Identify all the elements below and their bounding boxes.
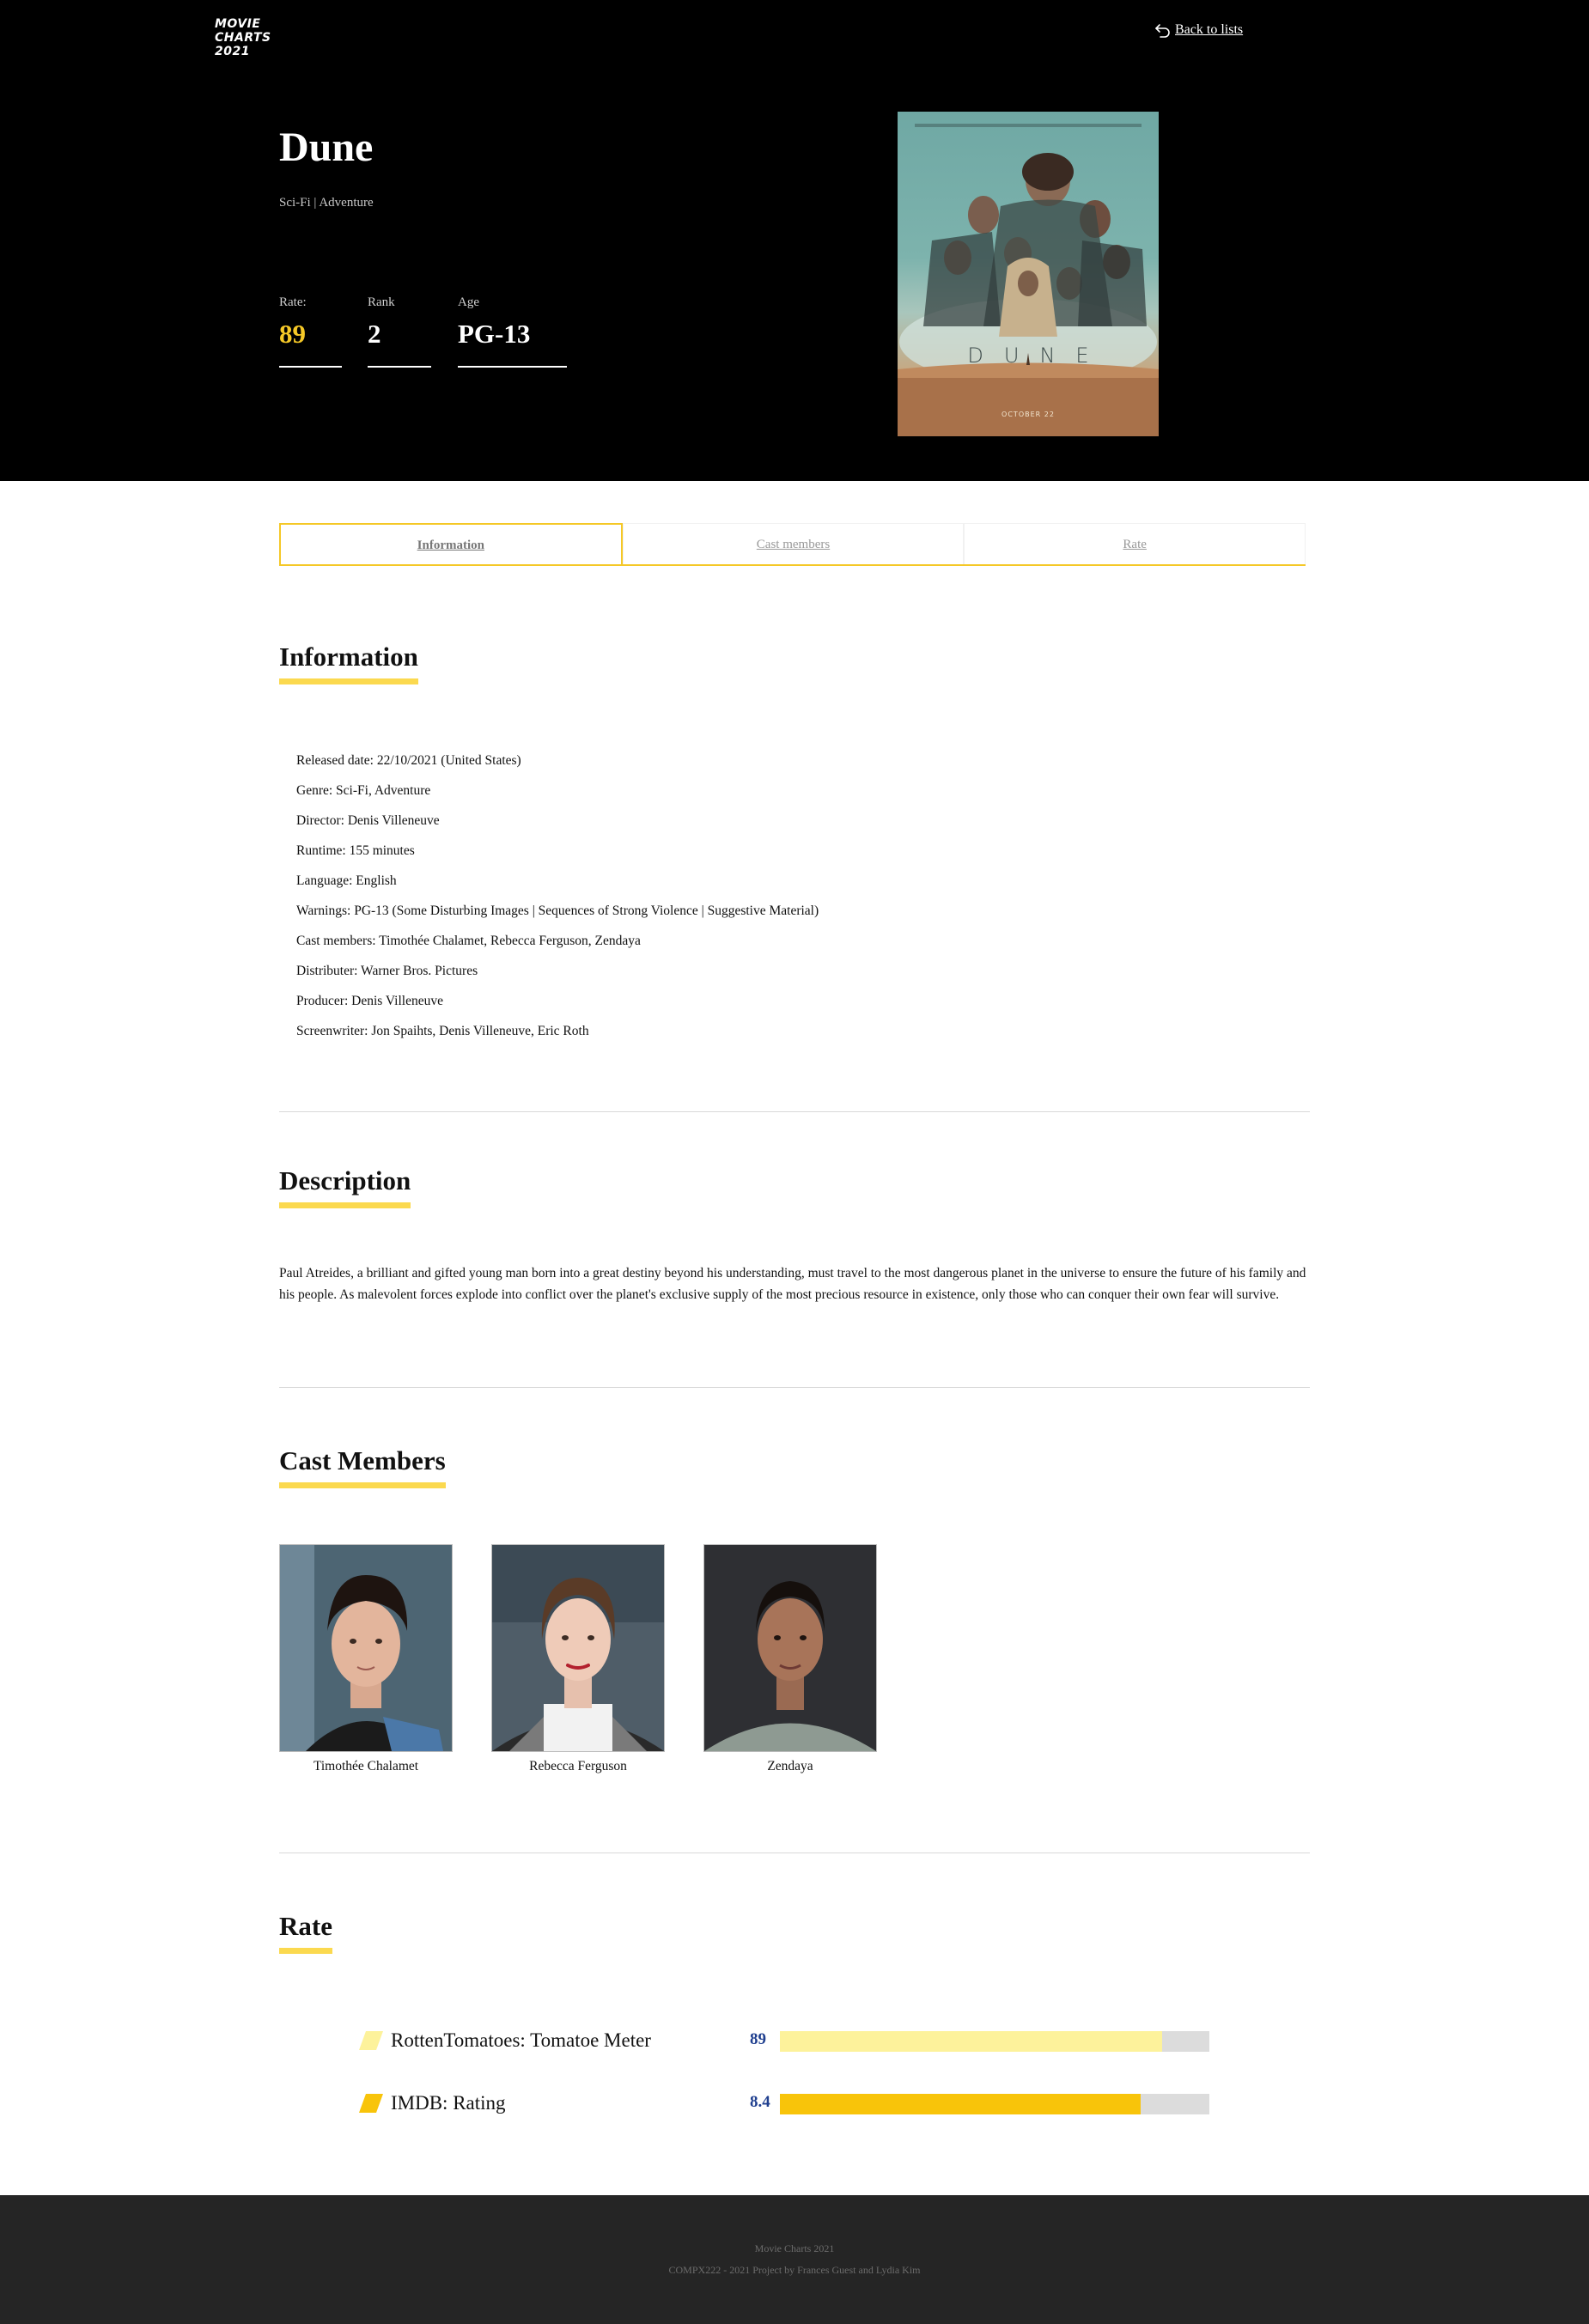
- info-distributer: Distributer: Warner Bros. Pictures: [296, 964, 478, 978]
- stat-rate-label: Rate:: [279, 295, 307, 309]
- rate-bar-fill: [780, 2094, 1141, 2114]
- poster-wordmark: DUNE: [967, 344, 1110, 368]
- cast-name: Rebecca Ferguson: [529, 1759, 627, 1773]
- rate-heading: Rate: [279, 1910, 332, 1954]
- rate-marker-icon: [359, 2094, 383, 2113]
- info-release-date: Released date: 22/10/2021 (United States…: [296, 753, 521, 768]
- cast-heading: Cast Members: [279, 1445, 446, 1488]
- stat-age-value: PG-13: [458, 319, 531, 349]
- stat-rank: Rank 2: [368, 295, 431, 368]
- logo-line-2: CHARTS: [215, 31, 271, 45]
- info-screenwriter: Screenwriter: Jon Spaihts, Denis Villene…: [296, 1024, 589, 1038]
- hero-banner: MOVIE CHARTS 2021 Back to lists Dune Sci…: [0, 0, 1589, 481]
- section-tabs: Information Cast members Rate: [279, 523, 1306, 566]
- tab-cast-members[interactable]: Cast members: [622, 523, 965, 564]
- tab-information[interactable]: Information: [279, 523, 623, 564]
- stat-age: Age PG-13: [458, 295, 567, 368]
- info-cast-members: Cast members: Timothée Chalamet, Rebecca…: [296, 934, 641, 948]
- stat-rate-value: 89: [279, 319, 306, 349]
- info-genre: Genre: Sci-Fi, Adventure: [296, 783, 431, 798]
- rate-bar-fill: [780, 2031, 1162, 2052]
- cast-card[interactable]: Rebecca Ferguson: [491, 1544, 665, 1774]
- information-heading: Information: [279, 641, 418, 684]
- rate-bar-track: [780, 2031, 1209, 2052]
- site-logo[interactable]: MOVIE CHARTS 2021: [215, 17, 271, 58]
- rate-value: 8.4: [750, 2093, 770, 2111]
- cast-name: Zendaya: [767, 1759, 813, 1773]
- page-footer: Movie Charts 2021 COMPX222 - 2021 Projec…: [0, 2195, 1589, 2324]
- cast-photo: [703, 1544, 877, 1752]
- info-runtime: Runtime: 155 minutes: [296, 843, 415, 858]
- rate-value: 89: [750, 2030, 766, 2048]
- logo-line-3: 2021: [215, 45, 250, 58]
- cast-photo: [491, 1544, 665, 1752]
- section-divider: [279, 1111, 1310, 1112]
- back-arrow-icon: [1154, 22, 1172, 38]
- rate-bar-track: [780, 2094, 1209, 2114]
- cast-card[interactable]: Timothée Chalamet: [279, 1544, 453, 1774]
- stat-rate: Rate: 89: [279, 295, 342, 368]
- rate-label: RottenTomatoes: Tomatoe Meter: [391, 2029, 651, 2051]
- info-director: Director: Denis Villeneuve: [296, 813, 440, 828]
- back-link-label: Back to lists: [1175, 22, 1244, 37]
- poster-artwork: [898, 124, 1159, 436]
- rate-label: IMDB: Rating: [391, 2092, 506, 2114]
- back-to-lists-link[interactable]: Back to lists: [1154, 22, 1243, 38]
- footer-site-name: Movie Charts 2021: [754, 2242, 835, 2254]
- cast-name: Timothée Chalamet: [313, 1759, 419, 1773]
- section-divider: [279, 1387, 1310, 1388]
- stat-rank-label: Rank: [368, 295, 395, 309]
- cast-card[interactable]: Zendaya: [703, 1544, 877, 1774]
- info-producer: Producer: Denis Villeneuve: [296, 994, 443, 1008]
- info-warnings: Warnings: PG-13 (Some Disturbing Images …: [296, 903, 819, 918]
- rate-row-rottentomatoes: RottenTomatoes: Tomatoe Meter 89: [359, 2028, 1218, 2053]
- movie-genre: Sci-Fi | Adventure: [279, 196, 374, 210]
- cast-photo: [279, 1544, 453, 1752]
- stat-age-label: Age: [458, 295, 479, 309]
- information-list: Released date: 22/10/2021 (United States…: [296, 745, 819, 1046]
- stat-rank-value: 2: [368, 319, 381, 349]
- movie-poster: DUNE OCTOBER 22: [898, 112, 1159, 436]
- logo-line-1: MOVIE: [215, 17, 261, 31]
- info-language: Language: English: [296, 873, 397, 888]
- description-heading: Description: [279, 1165, 411, 1208]
- poster-release-date: OCTOBER 22: [1001, 411, 1055, 418]
- tab-rate[interactable]: Rate: [964, 523, 1306, 564]
- rate-marker-icon: [359, 2031, 383, 2050]
- footer-credits: COMPX222 - 2021 Project by Frances Guest…: [668, 2264, 921, 2276]
- description-text: Paul Atreides, a brilliant and gifted yo…: [279, 1266, 1306, 1302]
- rate-row-imdb: IMDB: Rating 8.4: [359, 2090, 1218, 2116]
- movie-title: Dune: [279, 125, 374, 170]
